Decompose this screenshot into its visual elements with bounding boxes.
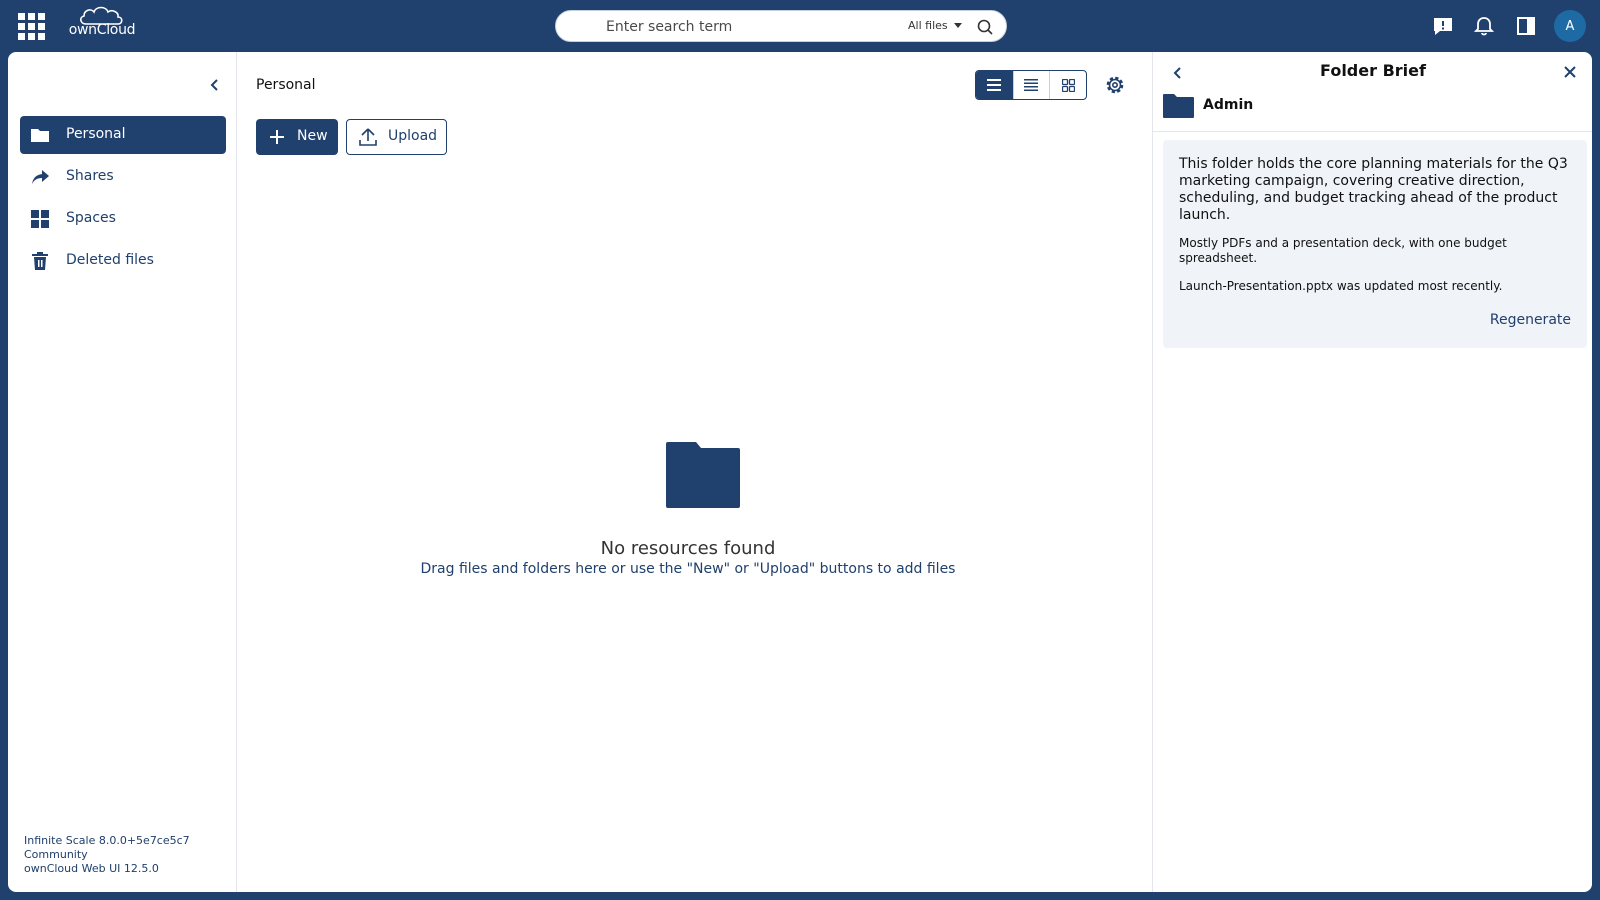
view-condensed-button[interactable] [976, 71, 1013, 99]
new-button-label: New [297, 128, 328, 144]
gear-icon[interactable] [1104, 74, 1126, 96]
sidebar-toggle-icon[interactable] [1515, 15, 1537, 37]
version-line: ownCloud Web UI 12.5.0 [24, 862, 159, 875]
folder-icon [1163, 94, 1194, 118]
folder-icon [31, 129, 49, 142]
folder-brief-card: This folder holds the core planning mate… [1163, 140, 1587, 348]
search-scope-dropdown[interactable]: All files [908, 19, 962, 32]
empty-state-title: No resources found [600, 538, 776, 559]
divider [1153, 131, 1592, 132]
breadcrumb[interactable]: Personal [256, 77, 316, 93]
collapse-sidebar-icon[interactable] [208, 78, 222, 92]
view-default-button[interactable] [1012, 71, 1050, 99]
file-content-area: Personal New Upload No resources found D… [238, 52, 1138, 892]
sidebar-item-personal[interactable]: Personal [20, 116, 226, 154]
view-tiles-button[interactable] [1049, 71, 1086, 99]
folder-brief-panel: Folder Brief Admin This folder holds the… [1152, 52, 1592, 892]
sidebar-item-label: Shares [66, 168, 114, 184]
main-frame: Personal Shares Spaces Deleted files Inf… [8, 52, 1592, 892]
brief-summary: This folder holds the core planning mate… [1179, 156, 1568, 223]
plus-icon [270, 130, 284, 144]
version-line: Infinite Scale 8.0.0+5e7ce5c7 [24, 834, 190, 847]
logo-text: ownCloud [68, 22, 136, 38]
view-mode-toggle [975, 70, 1087, 100]
chevron-down-icon [953, 23, 962, 28]
sidebar-item-label: Deleted files [66, 252, 154, 268]
brief-recent-activity: Launch-Presentation.pptx was updated mos… [1179, 279, 1503, 293]
compact-list-icon [1024, 79, 1039, 91]
regenerate-button[interactable]: Regenerate [1490, 312, 1571, 328]
empty-state-subtitle: Drag files and folders here or use the "… [420, 561, 956, 577]
sidebar-item-label: Spaces [66, 210, 116, 226]
tiles-icon [1061, 78, 1075, 92]
left-sidebar: Personal Shares Spaces Deleted files Inf… [8, 52, 237, 892]
version-info: Infinite Scale 8.0.0+5e7ce5c7 Community … [24, 834, 190, 876]
owncloud-logo[interactable]: ownCloud [66, 5, 138, 45]
version-line: Community [24, 848, 88, 861]
close-icon[interactable] [1563, 65, 1577, 79]
search-input[interactable] [606, 18, 866, 36]
share-icon [32, 170, 49, 184]
spaces-grid-icon [31, 210, 49, 228]
top-bar: ownCloud All files A [0, 0, 1600, 52]
search-bar: All files [555, 10, 1007, 42]
panel-title: Folder Brief [1320, 61, 1426, 80]
empty-folder-icon [666, 442, 740, 508]
sidebar-item-spaces[interactable]: Spaces [20, 200, 226, 238]
avatar[interactable]: A [1554, 10, 1586, 42]
sidebar-item-deleted-files[interactable]: Deleted files [20, 242, 226, 280]
bell-icon[interactable] [1473, 15, 1495, 37]
app-switcher-icon[interactable] [16, 11, 46, 41]
search-icon[interactable] [976, 18, 994, 36]
upload-button[interactable]: Upload [346, 119, 447, 155]
feedback-icon[interactable] [1432, 15, 1454, 37]
new-button[interactable]: New [256, 119, 338, 155]
brief-composition: Mostly PDFs and a presentation deck, wit… [1179, 236, 1507, 265]
sidebar-item-shares[interactable]: Shares [20, 158, 226, 196]
upload-icon [359, 128, 377, 146]
upload-button-label: Upload [388, 128, 438, 144]
sidebar-item-label: Personal [66, 126, 126, 142]
list-icon [987, 79, 1002, 91]
trash-icon [32, 252, 48, 270]
folder-name: Admin [1203, 97, 1254, 113]
search-scope-label: All files [908, 19, 948, 32]
